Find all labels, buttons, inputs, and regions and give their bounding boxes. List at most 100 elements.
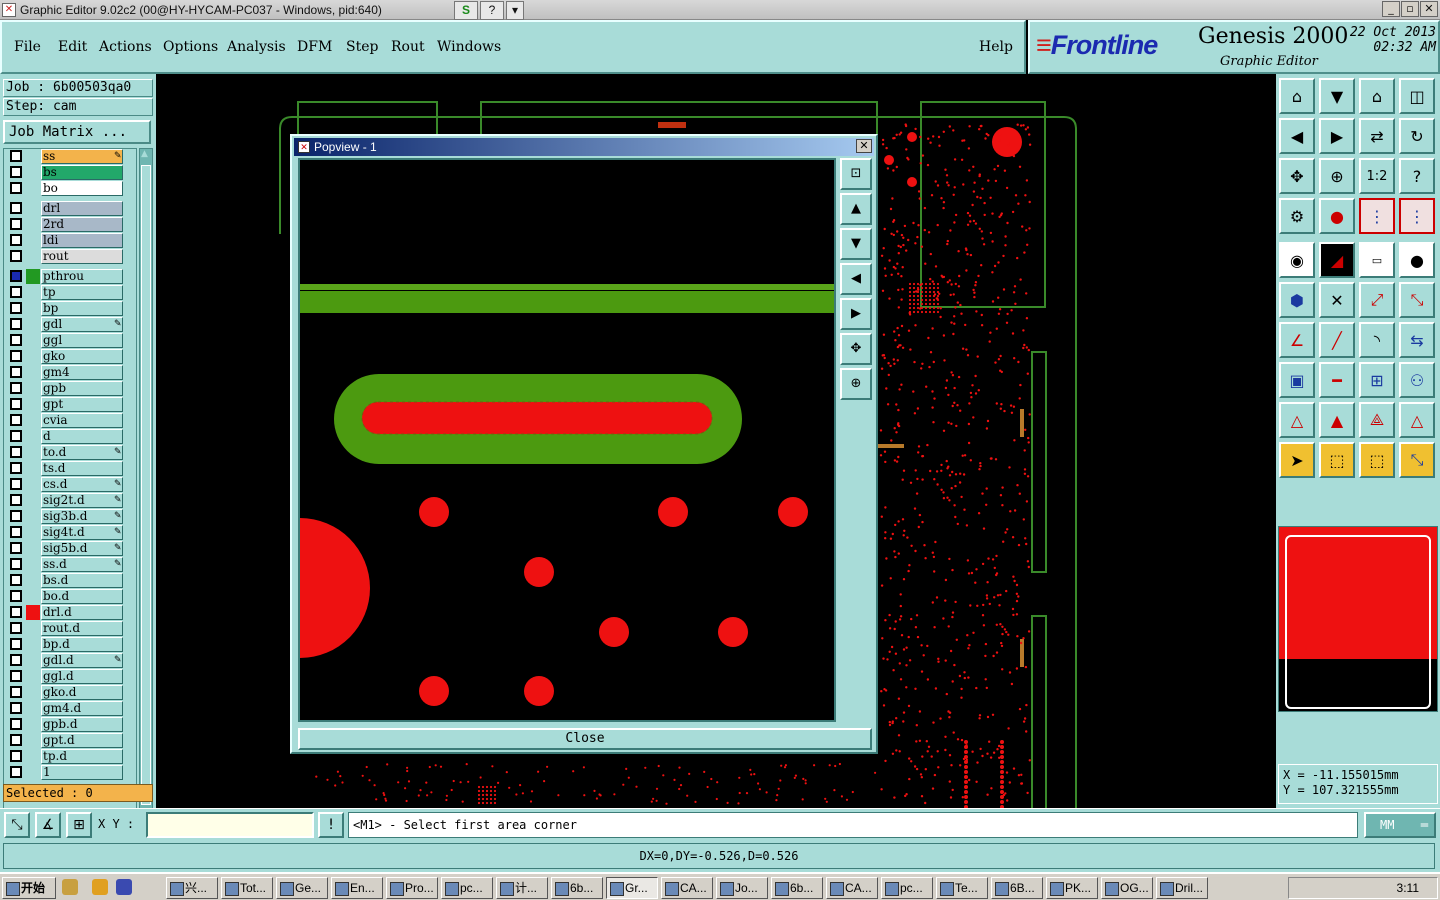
connect-icon[interactable]: ⬢ <box>1279 282 1315 318</box>
layer-row[interactable]: gpt <box>4 397 136 412</box>
layer-name[interactable]: bs <box>41 165 123 180</box>
layer-checkbox[interactable] <box>10 446 22 458</box>
layer-checkbox[interactable] <box>10 718 22 730</box>
layer-color-swatch[interactable] <box>26 233 40 248</box>
layer-name[interactable]: cs.d <box>41 477 123 492</box>
layer-checkbox[interactable] <box>10 574 22 586</box>
layer-checkbox[interactable] <box>10 766 22 778</box>
taskbar-task[interactable]: 6B... <box>991 877 1043 899</box>
layer-row[interactable]: ss ✎ <box>4 149 136 164</box>
layer-checkbox[interactable] <box>10 670 22 682</box>
layer-color-swatch[interactable] <box>26 525 40 540</box>
layer-row[interactable]: 1 <box>4 765 136 780</box>
layer-color-swatch[interactable] <box>26 149 40 164</box>
layer-name[interactable]: bp <box>41 301 123 316</box>
job-matrix-button[interactable]: Job Matrix ... <box>3 120 151 144</box>
layer-checkbox[interactable] <box>10 622 22 634</box>
snap-icon[interactable]: ● <box>1319 198 1355 234</box>
zoom-fit-icon[interactable]: ✥ <box>1279 158 1315 194</box>
layer-name[interactable]: ggl.d <box>41 669 123 684</box>
layer-row[interactable]: bo <box>4 181 136 196</box>
menu-edit[interactable]: Edit <box>58 39 87 55</box>
taskbar-task[interactable]: En... <box>331 877 383 899</box>
layer-color-swatch[interactable] <box>26 165 40 180</box>
layer-color-swatch[interactable] <box>26 701 40 716</box>
taskbar-task[interactable]: Ge... <box>276 877 328 899</box>
layer-color-swatch[interactable] <box>26 365 40 380</box>
layer-row[interactable]: cs.d ✎ <box>4 477 136 492</box>
taskbar-task[interactable]: OG... <box>1101 877 1153 899</box>
scroll-up-icon[interactable]: ▲ <box>141 149 148 159</box>
popview-right-icon[interactable]: ▶ <box>840 298 872 330</box>
layer-row[interactable]: sig3b.d ✎ <box>4 509 136 524</box>
taskbar-task[interactable]: PK... <box>1046 877 1098 899</box>
quicklaunch-icon[interactable] <box>92 879 108 895</box>
layer-row[interactable]: gko <box>4 349 136 364</box>
layer-name[interactable]: bp.d <box>41 637 123 652</box>
layer-color-swatch[interactable] <box>26 217 40 232</box>
menu-windows[interactable]: Windows <box>437 39 501 55</box>
layer-name[interactable]: sig4t.d <box>41 525 123 540</box>
layer-row[interactable]: gpb <box>4 381 136 396</box>
layer-color-swatch[interactable] <box>26 733 40 748</box>
layer-checkbox[interactable] <box>10 382 22 394</box>
layer-name[interactable]: ldi <box>41 233 123 248</box>
layer-name[interactable]: rout <box>41 249 123 264</box>
layer-checkbox[interactable] <box>10 686 22 698</box>
layer-row[interactable]: tp.d <box>4 749 136 764</box>
layer-checkbox[interactable] <box>10 702 22 714</box>
taskbar-task[interactable]: Te... <box>936 877 988 899</box>
taskbar-task[interactable]: CA... <box>826 877 878 899</box>
taskbar-task[interactable]: Dril... <box>1156 877 1208 899</box>
layer-checkbox[interactable] <box>10 590 22 602</box>
layer-row[interactable]: rout <box>4 249 136 264</box>
layer-row[interactable]: gpb.d <box>4 717 136 732</box>
menu-help[interactable]: Help <box>979 39 1013 55</box>
layer-color-swatch[interactable] <box>26 669 40 684</box>
layer-scrollbar[interactable]: ▲ ▼ <box>139 148 153 854</box>
layer-row[interactable]: ss.d ✎ <box>4 557 136 572</box>
taskbar-task[interactable]: pc... <box>441 877 493 899</box>
window-split-icon[interactable]: ◫ <box>1399 78 1435 114</box>
layer-color-swatch[interactable] <box>26 509 40 524</box>
layer-name[interactable]: gpt <box>41 397 123 412</box>
scale-1-2-icon[interactable]: 1:2 <box>1359 158 1395 194</box>
minimize-button[interactable]: _ <box>1382 1 1400 17</box>
zoom-area-icon[interactable]: ⤡ <box>4 812 30 838</box>
draw-line-icon[interactable]: ◢ <box>1319 242 1355 278</box>
layer-checkbox[interactable] <box>10 734 22 746</box>
layer-color-swatch[interactable] <box>26 429 40 444</box>
layer-name[interactable]: pthrou <box>41 269 123 284</box>
layer-name[interactable]: d <box>41 429 123 444</box>
popview-close-icon[interactable]: ✕ <box>856 139 872 153</box>
layer-name[interactable]: tp.d <box>41 749 123 764</box>
zoom-center-icon[interactable]: ⊕ <box>1319 158 1355 194</box>
menu-file[interactable]: File <box>14 39 41 55</box>
layer-name[interactable]: sig3b.d <box>41 509 123 524</box>
layer-checkbox[interactable] <box>10 510 22 522</box>
triangle-c-icon[interactable]: △ <box>1399 402 1435 438</box>
popview-canvas[interactable] <box>298 158 836 722</box>
layer-checkbox[interactable] <box>10 218 22 230</box>
layer-name[interactable]: bo <box>41 181 123 196</box>
layer-checkbox[interactable] <box>10 398 22 410</box>
layer-row[interactable]: bp <box>4 301 136 316</box>
select-box-icon[interactable]: ⬚ <box>1319 442 1355 478</box>
layer-color-swatch[interactable] <box>26 493 40 508</box>
layer-color-swatch[interactable] <box>26 477 40 492</box>
overview-preview[interactable] <box>1278 526 1438 712</box>
layer-name[interactable]: rout.d <box>41 621 123 636</box>
taskbar-task[interactable]: Jo... <box>716 877 768 899</box>
layer-name[interactable]: sig5b.d <box>41 541 123 556</box>
layer-color-swatch[interactable] <box>26 181 40 196</box>
popview-close-button[interactable]: Close <box>298 728 872 750</box>
layer-color-swatch[interactable] <box>26 317 40 332</box>
popview-fit-icon[interactable]: ✥ <box>840 333 872 365</box>
layer-row[interactable]: bp.d <box>4 637 136 652</box>
layer-checkbox[interactable] <box>10 606 22 618</box>
minus-icon[interactable]: ━ <box>1319 362 1355 398</box>
layer-checkbox[interactable] <box>10 750 22 762</box>
layer-color-swatch[interactable] <box>26 413 40 428</box>
layer-checkbox[interactable] <box>10 150 22 162</box>
layer-color-swatch[interactable] <box>26 301 40 316</box>
